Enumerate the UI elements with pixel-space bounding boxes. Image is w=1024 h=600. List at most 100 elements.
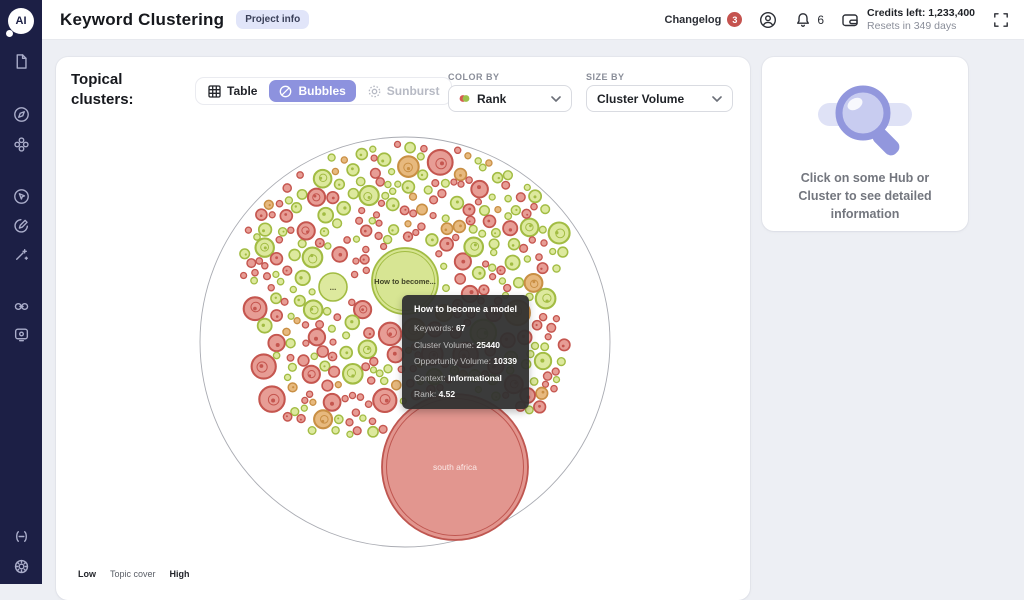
cluster-bubble[interactable] bbox=[376, 370, 383, 377]
cluster-bubble[interactable] bbox=[381, 244, 387, 250]
cluster-bubble[interactable] bbox=[354, 236, 360, 242]
cluster-bubble[interactable] bbox=[505, 213, 512, 220]
cluster-bubble[interactable] bbox=[400, 206, 409, 215]
cluster-bubble[interactable] bbox=[424, 186, 432, 194]
edit-icon[interactable] bbox=[13, 217, 30, 234]
cluster-bubble[interactable] bbox=[304, 300, 323, 319]
cluster-bubble[interactable] bbox=[473, 267, 485, 279]
cluster-bubble[interactable] bbox=[417, 153, 424, 160]
pointer-icon[interactable] bbox=[13, 188, 30, 205]
cluster-bubble[interactable] bbox=[298, 355, 309, 366]
cluster-bubble[interactable] bbox=[259, 223, 272, 236]
cluster-bubble[interactable] bbox=[352, 271, 358, 277]
cluster-bubble[interactable] bbox=[551, 386, 557, 392]
cluster-bubble[interactable] bbox=[443, 285, 450, 292]
cluster-bubble[interactable] bbox=[335, 382, 341, 388]
cluster-bubble[interactable] bbox=[363, 267, 369, 273]
cluster-bubble[interactable] bbox=[288, 313, 294, 319]
cluster-bubble[interactable] bbox=[277, 278, 283, 284]
cluster-bubble[interactable] bbox=[264, 200, 273, 209]
cluster-bubble[interactable] bbox=[552, 368, 559, 375]
cluster-bubble[interactable] bbox=[333, 219, 342, 228]
cluster-bubble[interactable] bbox=[405, 221, 411, 227]
cluster-bubble[interactable] bbox=[404, 232, 413, 241]
cluster-bubble[interactable] bbox=[430, 196, 438, 204]
cluster-bubble[interactable] bbox=[256, 209, 267, 220]
cluster-bubble[interactable] bbox=[311, 353, 317, 359]
cluster-bubble[interactable] bbox=[499, 278, 505, 284]
cluster-bubble[interactable] bbox=[346, 419, 353, 426]
cluster-bubble[interactable] bbox=[273, 352, 279, 358]
cluster-bubble[interactable] bbox=[503, 221, 517, 235]
cluster-bubble[interactable] bbox=[303, 248, 323, 268]
cluster-bubble[interactable] bbox=[493, 173, 503, 183]
clusters-icon[interactable] bbox=[13, 136, 30, 153]
cluster-bubble[interactable] bbox=[509, 239, 520, 250]
cluster-bubble[interactable] bbox=[316, 239, 325, 248]
cluster-bubble[interactable] bbox=[268, 285, 274, 291]
cluster-bubble[interactable] bbox=[432, 180, 439, 187]
cluster-bubble[interactable] bbox=[328, 154, 335, 161]
cluster-bubble[interactable] bbox=[534, 401, 546, 413]
cluster-bubble[interactable] bbox=[314, 170, 332, 188]
cluster-bubble[interactable] bbox=[511, 206, 520, 215]
cluster-bubble[interactable] bbox=[524, 256, 530, 262]
cluster-bubble[interactable] bbox=[479, 164, 486, 171]
cluster-bubble[interactable] bbox=[356, 149, 367, 160]
cluster-bubble[interactable] bbox=[247, 259, 256, 268]
cluster-bubble[interactable] bbox=[360, 186, 379, 205]
cluster-bubble[interactable] bbox=[258, 319, 272, 333]
cluster-bubble[interactable] bbox=[370, 146, 376, 152]
cluster-bubble[interactable] bbox=[533, 321, 542, 330]
cluster-bubble[interactable] bbox=[483, 261, 489, 267]
cluster-bubble[interactable] bbox=[332, 427, 339, 434]
cluster-bubble[interactable] bbox=[395, 181, 401, 187]
cluster-bubble[interactable] bbox=[318, 208, 333, 223]
cluster-bubble[interactable] bbox=[389, 225, 399, 235]
cluster-bubble[interactable] bbox=[262, 263, 268, 269]
cluster-bubble[interactable] bbox=[285, 374, 291, 380]
cluster-bubble[interactable] bbox=[469, 225, 477, 233]
cluster-bubble[interactable] bbox=[417, 204, 427, 214]
cluster-bubble[interactable] bbox=[276, 201, 282, 207]
cluster-bubble[interactable] bbox=[418, 170, 428, 180]
cluster-bubble[interactable] bbox=[405, 143, 415, 153]
cluster-bubble[interactable] bbox=[297, 190, 306, 199]
changelog-button[interactable]: Changelog 3 bbox=[665, 12, 743, 27]
cluster-bubble[interactable] bbox=[520, 245, 528, 253]
cluster-bubble[interactable] bbox=[283, 413, 291, 421]
cluster-bubble[interactable] bbox=[332, 168, 338, 174]
cluster-bubble[interactable] bbox=[280, 210, 292, 222]
cluster-bubble[interactable] bbox=[544, 372, 552, 380]
cluster-bubble[interactable] bbox=[489, 264, 496, 271]
cluster-bubble[interactable] bbox=[303, 340, 309, 346]
cluster-bubble[interactable] bbox=[303, 366, 320, 383]
cluster-bubble[interactable] bbox=[341, 157, 347, 163]
cluster-bubble[interactable] bbox=[276, 237, 282, 243]
cluster-bubble[interactable] bbox=[522, 209, 531, 218]
cluster-bubble[interactable] bbox=[506, 256, 520, 270]
cluster-bubble[interactable] bbox=[308, 189, 325, 206]
cluster-bubble[interactable] bbox=[489, 194, 495, 200]
cluster-bubble[interactable] bbox=[329, 366, 340, 377]
cluster-bubble[interactable] bbox=[356, 217, 363, 224]
cluster-bubble[interactable] bbox=[543, 381, 549, 387]
cluster-bubble[interactable] bbox=[362, 363, 370, 371]
cluster-bubble[interactable] bbox=[348, 189, 358, 199]
cluster-bubble[interactable] bbox=[541, 343, 549, 351]
cluster-bubble[interactable] bbox=[492, 229, 501, 238]
cluster-bubble[interactable] bbox=[441, 223, 452, 234]
cluster-bubble[interactable] bbox=[271, 310, 282, 321]
cluster-bubble[interactable] bbox=[553, 316, 559, 322]
cluster-bubble[interactable] bbox=[361, 225, 372, 236]
compass-icon[interactable] bbox=[13, 106, 30, 123]
cluster-bubble[interactable] bbox=[364, 328, 374, 338]
cluster-bubble[interactable] bbox=[297, 172, 303, 178]
cluster-bubble[interactable] bbox=[322, 380, 333, 391]
cluster-bubble[interactable] bbox=[251, 277, 258, 284]
cluster-bubble[interactable] bbox=[466, 177, 472, 183]
cluster-bubble[interactable] bbox=[357, 394, 363, 400]
cluster-bubble[interactable] bbox=[353, 427, 361, 435]
magic-wand-icon[interactable] bbox=[13, 246, 30, 263]
cluster-bubble[interactable] bbox=[502, 181, 510, 189]
